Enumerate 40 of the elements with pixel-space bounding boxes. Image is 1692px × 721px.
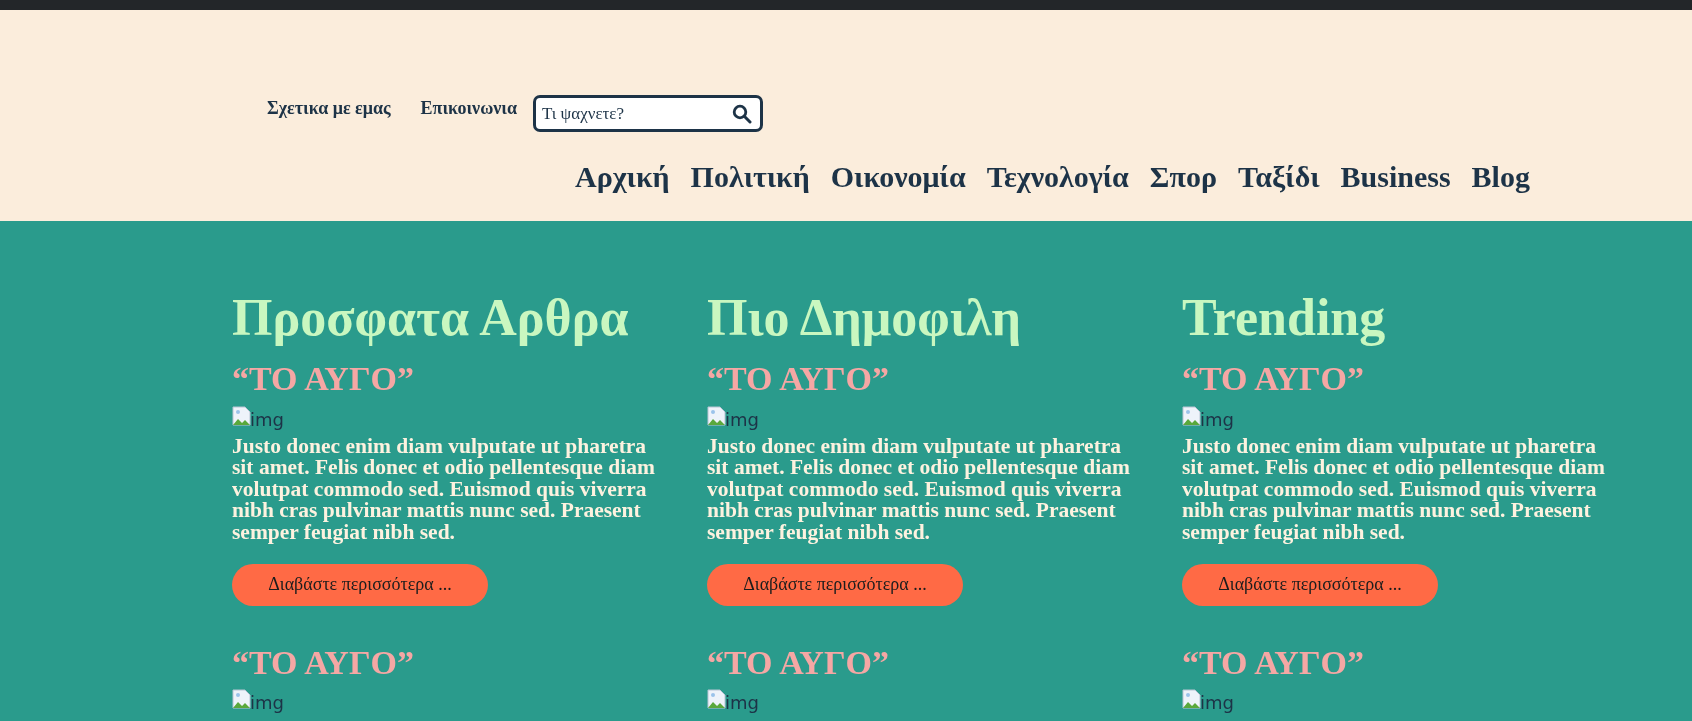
nav-link[interactable]: Πολιτική xyxy=(690,160,810,194)
article-headline: “ΤΟ ΑΥΓΟ” xyxy=(1182,643,1365,681)
broken-image-icon xyxy=(232,405,252,426)
top-link[interactable]: Σχετικα με εμας xyxy=(267,98,391,119)
broken-image-icon xyxy=(232,688,252,709)
section-title: Πιο Δημοφιλη xyxy=(707,289,1022,347)
nav-link[interactable]: Blog xyxy=(1471,160,1530,194)
article-headline: “ΤΟ ΑΥΓΟ” xyxy=(232,643,415,681)
broken-image-icon xyxy=(707,688,727,709)
search-icon[interactable] xyxy=(732,103,752,124)
section-title: Trending xyxy=(1182,289,1387,347)
broken-image-icon xyxy=(707,405,727,426)
article-text: Justo donec enim diam vulputate ut pharetra sit amet. Felis donec et odio pellentesque diam volutpat commodo sed. Euismod quis viverra nibh cras pulvinar mattis nunc sed. Praesent semper feugiat nibh sed. xyxy=(707,435,1131,544)
nav-link[interactable]: Τεχνολογία xyxy=(986,160,1129,194)
image-alt-text: img xyxy=(725,408,759,430)
broken-image-icon xyxy=(1182,688,1202,709)
nav-link[interactable]: Business xyxy=(1340,160,1451,194)
image-alt-text: img xyxy=(250,691,284,713)
broken-image-icon xyxy=(1182,405,1202,426)
read-more-button[interactable]: Διαβάστε περισσότερα ... xyxy=(1182,563,1438,606)
read-more-button[interactable]: Διαβάστε περισσότερα ... xyxy=(232,563,488,606)
article-text: Justo donec enim diam vulputate ut pharetra sit amet. Felis donec et odio pellentesque diam volutpat commodo sed. Euismod quis viverra nibh cras pulvinar mattis nunc sed. Praesent semper feugiat nibh sed. xyxy=(232,435,656,544)
image-alt-text: img xyxy=(725,691,759,713)
search-input[interactable]: Τι ψαχνετε? xyxy=(540,102,732,125)
article-headline: “ΤΟ ΑΥΓΟ” xyxy=(707,360,890,398)
image-alt-text: img xyxy=(1200,691,1234,713)
nav-link[interactable]: Ταξίδι xyxy=(1237,160,1320,194)
article-text: Justo donec enim diam vulputate ut pharetra sit amet. Felis donec et odio pellentesque diam volutpat commodo sed. Euismod quis viverra nibh cras pulvinar mattis nunc sed. Praesent semper feugiat nibh sed. xyxy=(1182,435,1606,544)
nav-link[interactable]: Σπορ xyxy=(1149,160,1217,194)
search-field[interactable]: Τι ψαχνετε? xyxy=(533,95,763,132)
image-alt-text: img xyxy=(250,408,284,430)
image-alt-text: img xyxy=(1200,408,1234,430)
article-headline: “ΤΟ ΑΥΓΟ” xyxy=(232,360,415,398)
section-title: Προσφατα Αρθρα xyxy=(232,289,630,347)
read-more-button[interactable]: Διαβάστε περισσότερα ... xyxy=(707,563,963,606)
nav-link[interactable]: Αρχική xyxy=(575,160,670,194)
top-link[interactable]: Επικοινωνια xyxy=(420,98,517,119)
article-headline: “ΤΟ ΑΥΓΟ” xyxy=(707,643,890,681)
nav-link[interactable]: Οικονομία xyxy=(830,160,966,194)
article-headline: “ΤΟ ΑΥΓΟ” xyxy=(1182,360,1365,398)
